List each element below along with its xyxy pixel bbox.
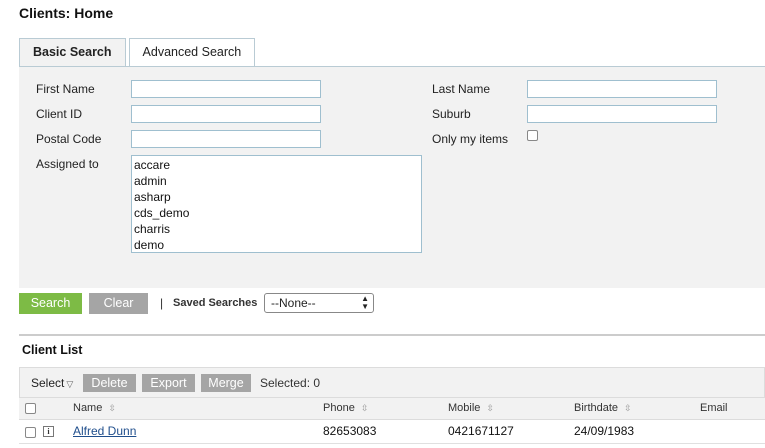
client-id-label: Client ID [36, 107, 83, 121]
column-header-email[interactable]: Email [700, 402, 728, 414]
column-name-label: Name [73, 402, 103, 414]
client-list-title: Client List [22, 343, 83, 357]
last-name-input[interactable] [527, 80, 717, 98]
sort-icon: ⇳ [360, 403, 369, 413]
merge-button[interactable]: Merge [201, 374, 251, 392]
section-divider [19, 334, 765, 336]
column-header-birthdate[interactable]: Birthdate ⇳ [574, 402, 632, 414]
sort-icon: ⇳ [486, 403, 494, 413]
column-birthdate-label: Birthdate [574, 402, 619, 414]
tab-basic-search[interactable]: Basic Search [19, 38, 126, 68]
export-button[interactable]: Export [142, 374, 195, 392]
column-header-phone[interactable]: Phone ⇳ [323, 402, 368, 414]
saved-searches-value: --None-- [271, 296, 316, 310]
first-name-label: First Name [36, 82, 95, 96]
select-all-checkbox[interactable] [25, 403, 36, 414]
assigned-to-label: Assigned to [36, 157, 99, 171]
select-arrows-icon: ▲ ▼ [361, 294, 369, 311]
client-name-link[interactable]: Alfred Dunn [73, 424, 136, 438]
client-list-toolbar: Select ▽ Delete Export Merge Selected: 0 [19, 367, 765, 398]
last-name-label: Last Name [432, 82, 491, 96]
selected-count: Selected: 0 [260, 376, 321, 390]
clear-button[interactable]: Clear [89, 293, 148, 314]
client-name-cell: Alfred Dunn [73, 424, 136, 438]
assigned-to-option[interactable]: charris [134, 221, 419, 237]
saved-searches-label: Saved Searches [173, 297, 258, 309]
client-id-input[interactable] [131, 105, 321, 123]
postal-code-input[interactable] [131, 130, 321, 148]
suburb-label: Suburb [432, 107, 471, 121]
assigned-to-option[interactable]: admin [134, 173, 419, 189]
first-name-input[interactable] [131, 80, 321, 98]
chevron-down-icon: ▽ [66, 379, 74, 389]
search-button[interactable]: Search [19, 293, 82, 314]
client-birthdate-cell: 24/09/1983 [574, 424, 635, 438]
search-actions: Search Clear | Saved Searches --None-- ▲… [19, 293, 765, 315]
row-checkbox[interactable] [25, 427, 36, 438]
select-menu-label: Select [31, 376, 65, 390]
client-phone-cell: 82653083 [323, 424, 377, 438]
table-header: Name ⇳ Phone ⇳ Mobile ⇳ Birthdate ⇳ Email [19, 398, 765, 420]
tab-advanced-search[interactable]: Advanced Search [128, 38, 256, 67]
info-icon[interactable]: i [43, 426, 54, 437]
column-phone-label: Phone [323, 402, 355, 414]
only-my-items-checkbox[interactable] [527, 130, 538, 141]
action-separator: | [160, 296, 164, 310]
page-title: Clients: Home [19, 5, 114, 21]
assigned-to-option[interactable]: cds_demo [134, 205, 419, 221]
column-header-mobile[interactable]: Mobile ⇳ [448, 402, 494, 414]
table-row: i Alfred Dunn 82653083 0421671127 24/09/… [19, 420, 765, 444]
column-header-name[interactable]: Name ⇳ [73, 402, 116, 414]
assigned-to-option[interactable]: demo [134, 237, 419, 252]
column-mobile-label: Mobile [448, 402, 481, 414]
search-panel: First Name Last Name Client ID Suburb Po… [19, 67, 765, 288]
only-my-items-label: Only my items [432, 132, 509, 146]
sort-icon: ⇳ [108, 403, 116, 413]
client-mobile-cell: 0421671127 [448, 424, 514, 438]
assigned-to-listbox[interactable]: accare admin asharp cds_demo charris dem… [131, 155, 422, 253]
assigned-to-option[interactable]: accare [134, 157, 419, 173]
assigned-to-option[interactable]: asharp [134, 189, 419, 205]
column-email-label: Email [700, 402, 728, 414]
delete-button[interactable]: Delete [83, 374, 136, 392]
postal-code-label: Postal Code [36, 132, 102, 146]
suburb-input[interactable] [527, 105, 717, 123]
search-tabs: Basic Search Advanced Search [19, 38, 258, 68]
sort-icon: ⇳ [624, 403, 632, 413]
select-menu[interactable]: Select ▽ [31, 376, 73, 390]
saved-searches-select[interactable]: --None-- ▲ ▼ [264, 293, 374, 313]
